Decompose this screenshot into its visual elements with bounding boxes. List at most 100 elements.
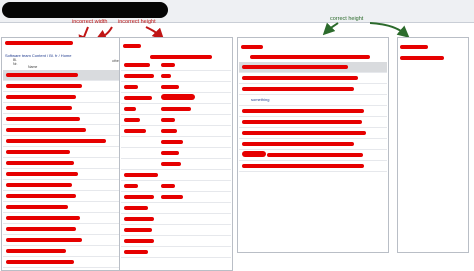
detail-row	[121, 71, 231, 82]
table-row[interactable]	[3, 103, 122, 114]
detail-row	[121, 170, 231, 181]
redaction-mark	[161, 195, 183, 199]
arrow-correct-height-2	[369, 22, 410, 38]
detail-row[interactable]: something	[239, 95, 387, 106]
detail-row	[121, 115, 231, 126]
panel-title-redaction	[400, 45, 428, 49]
redaction-mark	[161, 118, 175, 122]
detail-row	[121, 137, 231, 148]
detail-row	[121, 159, 231, 170]
detail-row	[121, 247, 231, 258]
redaction-mark	[6, 205, 68, 209]
panel-title-redaction	[123, 44, 141, 48]
redaction-mark	[161, 107, 191, 111]
table-row[interactable]	[3, 70, 122, 81]
detail-row	[121, 93, 231, 104]
redaction-mark	[161, 140, 183, 144]
right-detail-panel: something	[237, 37, 389, 253]
table-row[interactable]	[3, 180, 122, 191]
redaction-mark	[124, 96, 152, 100]
detail-row	[121, 225, 231, 236]
detail-row	[121, 214, 231, 225]
table-row[interactable]	[3, 213, 122, 224]
column-header-nr[interactable]: Nr.	[13, 62, 17, 66]
panel-title-redaction	[241, 45, 263, 49]
detail-row	[121, 82, 231, 93]
redaction-mark	[267, 153, 363, 157]
redaction-mark	[124, 63, 150, 67]
redaction-mark	[124, 184, 138, 188]
detail-row	[121, 181, 231, 192]
redaction-mark	[6, 260, 74, 264]
far-right-panel	[397, 37, 469, 253]
table-row[interactable]	[3, 125, 122, 136]
redaction-mark	[6, 216, 80, 220]
redaction-mark	[161, 85, 179, 89]
left-list-panel: Software team Content / Bl. fr / Home Bl…	[1, 37, 124, 271]
redaction-mark	[124, 239, 154, 243]
redaction-mark	[124, 129, 146, 133]
table-row[interactable]	[3, 169, 122, 180]
redaction-mark	[161, 94, 195, 100]
detail-row[interactable]	[239, 84, 387, 95]
redaction-mark	[6, 194, 76, 198]
table-row[interactable]	[3, 235, 122, 246]
table-row[interactable]	[3, 147, 122, 158]
redaction-mark	[242, 151, 266, 157]
detail-row[interactable]	[239, 139, 387, 150]
redaction-mark	[6, 84, 82, 88]
redaction-mark	[242, 87, 354, 91]
redaction-mark	[6, 249, 66, 253]
detail-row[interactable]	[239, 106, 387, 117]
table-row[interactable]	[3, 158, 122, 169]
redaction-mark	[161, 184, 175, 188]
redaction-mark	[161, 129, 177, 133]
detail-row	[121, 203, 231, 214]
redaction-mark	[242, 109, 364, 113]
table-row[interactable]	[3, 257, 122, 268]
table-row[interactable]	[3, 114, 122, 125]
table-row[interactable]	[3, 92, 122, 103]
redaction-mark	[124, 118, 140, 122]
redaction-mark	[161, 63, 175, 67]
panel-subtitle-redaction	[400, 56, 444, 60]
table-row[interactable]	[3, 246, 122, 257]
redaction-mark	[6, 150, 70, 154]
table-row[interactable]	[3, 202, 122, 213]
column-header-name[interactable]: Name	[28, 65, 37, 69]
redaction-mark	[6, 73, 78, 77]
redaction-mark	[124, 206, 148, 210]
panel-title-redaction	[5, 41, 73, 45]
table-row[interactable]	[3, 191, 122, 202]
redaction-mark	[6, 227, 76, 231]
redaction-mark	[242, 164, 364, 168]
detail-row[interactable]	[239, 73, 387, 84]
detail-row	[121, 192, 231, 203]
redaction-mark	[242, 120, 362, 124]
detail-row	[121, 126, 231, 137]
redaction-mark	[6, 161, 74, 165]
detail-row[interactable]	[239, 161, 387, 172]
redaction-mark	[6, 117, 80, 121]
detail-row[interactable]	[239, 128, 387, 139]
redaction-mark	[124, 217, 154, 221]
redaction-mark	[6, 128, 86, 132]
detail-row[interactable]	[239, 62, 387, 73]
redaction-mark	[124, 85, 138, 89]
detail-row[interactable]	[239, 117, 387, 128]
table-row[interactable]	[3, 136, 122, 147]
redaction-mark	[124, 250, 148, 254]
redaction-mark	[6, 172, 78, 176]
detail-row[interactable]	[239, 150, 387, 161]
redaction-mark	[124, 195, 154, 199]
redaction-mark	[242, 65, 348, 69]
table-row[interactable]	[3, 224, 122, 235]
detail-row	[121, 104, 231, 115]
redaction-mark	[124, 74, 154, 78]
redaction-mark	[6, 139, 106, 143]
redaction-mark	[124, 228, 152, 232]
table-row[interactable]	[3, 81, 122, 92]
redaction-mark	[6, 238, 82, 242]
detail-row	[121, 60, 231, 71]
detail-link[interactable]: something	[251, 97, 269, 102]
